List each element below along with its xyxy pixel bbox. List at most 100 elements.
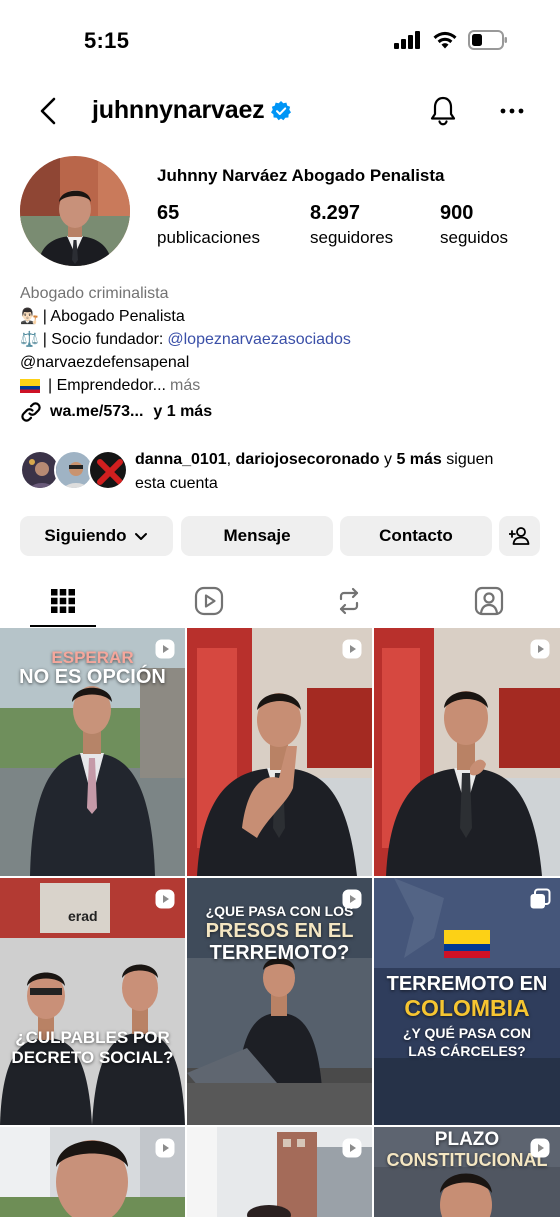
- post-thumbnail[interactable]: [187, 628, 372, 876]
- post-image: [374, 628, 560, 876]
- followed-suffix: siguen: [446, 451, 494, 468]
- post-caption: ¿CULPABLES POR: [15, 1028, 170, 1047]
- reels-icon: [194, 586, 224, 616]
- colombia-flag-icon: [20, 378, 40, 393]
- post-thumbnail[interactable]: [187, 1127, 372, 1217]
- bell-icon: [430, 96, 456, 126]
- reel-icon: [155, 889, 175, 909]
- add-person-icon: [508, 527, 529, 545]
- post-image: [187, 628, 372, 876]
- stat-label: seguidos: [440, 228, 509, 247]
- battery-icon: [468, 30, 507, 50]
- username: juhnnynarvaez: [92, 96, 265, 124]
- posts-count-stat[interactable]: 65 publicaciones: [157, 202, 260, 248]
- stat-value: 65: [157, 202, 180, 224]
- bio-text: | Abogado Penalista: [42, 308, 185, 325]
- reel-icon: [342, 639, 362, 659]
- profile-bio: Abogado criminalista 👨🏻‍⚖️ | Abogado Pen…: [20, 282, 540, 397]
- profile-header: juhnnynarvaez: [0, 82, 560, 140]
- active-tab-indicator: [30, 625, 96, 627]
- post-sign-text: erad: [68, 908, 98, 924]
- follower-username: danna_0101: [135, 451, 227, 468]
- carousel-icon: [530, 888, 551, 909]
- post-thumbnail[interactable]: TERREMOTO EN COLOMBIA ¿Y QUÉ PASA CON LA…: [374, 878, 560, 1125]
- stat-value: 900: [440, 202, 474, 224]
- more-horizontal-icon: [500, 108, 524, 114]
- bio-line-1: 👨🏻‍⚖️ | Abogado Penalista: [20, 305, 540, 328]
- lawyer-emoji-icon: 👨🏻‍⚖️: [20, 307, 39, 325]
- followed-suffix: esta cuenta: [135, 475, 218, 492]
- post-caption: ¿Y QUÉ PASA CON: [402, 1025, 532, 1041]
- follower-avatars: [20, 449, 128, 491]
- bio-mention-link[interactable]: @lopeznarvaezasociados: [167, 328, 350, 351]
- chevron-left-icon: [40, 97, 56, 125]
- posts-grid: ESPERAR NO ES OPCIÓN erad ¿CULPABLES POR…: [0, 628, 560, 1217]
- reel-icon: [155, 1138, 175, 1158]
- follower-avatar: [88, 450, 128, 490]
- link-text: wa.me/573...: [50, 403, 144, 420]
- following-button[interactable]: Siguiendo: [20, 516, 173, 556]
- stat-label: seguidores: [310, 228, 394, 247]
- post-caption: TERREMOTO?: [209, 942, 350, 964]
- more-followers-count: 5 más: [396, 451, 442, 468]
- tab-posts-grid[interactable]: [3, 574, 123, 628]
- bio-text: | Socio fundador:: [42, 331, 164, 348]
- message-button-label: Mensaje: [223, 526, 291, 545]
- link-icon: [21, 402, 41, 422]
- bio-line-4: | Emprendedor... más: [20, 374, 540, 397]
- tab-reposts[interactable]: [289, 574, 409, 628]
- profile-avatar[interactable]: [20, 156, 130, 266]
- contact-button-label: Contacto: [379, 526, 453, 545]
- profile-category: Abogado criminalista: [20, 285, 169, 302]
- post-thumbnail[interactable]: [0, 1127, 185, 1217]
- display-name: Juhnny Narváez Abogado Penalista: [157, 166, 445, 185]
- stat-value: 8.297: [310, 202, 361, 224]
- tab-tagged[interactable]: [429, 574, 549, 628]
- profile-tabs: [0, 574, 560, 628]
- post-thumbnail[interactable]: erad ¿CULPABLES POR DECRETO SOCIAL?: [0, 878, 185, 1125]
- reel-icon: [155, 639, 175, 659]
- profile-links[interactable]: wa.me/573... y 1 más: [20, 401, 212, 423]
- post-caption: LAS CÁRCELES?: [408, 1043, 526, 1059]
- grid-icon: [51, 589, 75, 613]
- wifi-icon: [433, 31, 457, 48]
- reel-icon: [342, 1138, 362, 1158]
- tagged-person-icon: [474, 586, 504, 616]
- post-thumbnail[interactable]: ¿QUE PASA CON LOS PRESOS EN EL TERREMOTO…: [187, 878, 372, 1125]
- post-caption: NO ES OPCIÓN: [19, 666, 166, 688]
- post-thumbnail[interactable]: PLAZO CONSTITUCIONAL: [374, 1127, 560, 1217]
- post-caption: PRESOS EN EL: [205, 920, 354, 942]
- avatar-photo: [20, 156, 130, 266]
- contact-button[interactable]: Contacto: [340, 516, 492, 556]
- followed-by-text: danna_0101, dariojosecoronado y 5 más si…: [135, 448, 545, 496]
- chevron-down-icon: [134, 533, 147, 540]
- suggested-users-button[interactable]: [499, 516, 540, 556]
- username-title: juhnnynarvaez: [92, 96, 292, 125]
- post-caption: TERREMOTO EN: [386, 973, 548, 995]
- bio-more-link[interactable]: más: [170, 374, 200, 397]
- bio-text: | Emprendedor...: [48, 377, 166, 394]
- notifications-button[interactable]: [428, 94, 458, 128]
- more-options-button[interactable]: [498, 96, 526, 126]
- signal-icon: [394, 31, 420, 49]
- followed-by[interactable]: danna_0101, dariojosecoronado y 5 más si…: [20, 449, 550, 495]
- status-bar: 5:15: [0, 0, 560, 80]
- reel-icon: [342, 889, 362, 909]
- back-button[interactable]: [34, 94, 64, 128]
- bio-line-3: @narvaezdefensapenal: [20, 351, 540, 374]
- repost-icon: [339, 587, 359, 615]
- reel-icon: [530, 639, 550, 659]
- post-thumbnail[interactable]: [374, 628, 560, 876]
- verified-badge-icon: [271, 100, 292, 120]
- following-button-label: Siguiendo: [44, 526, 127, 545]
- reel-icon: [530, 1138, 550, 1158]
- followers-count-stat[interactable]: 8.297 seguidores: [310, 202, 393, 248]
- post-thumbnail[interactable]: ESPERAR NO ES OPCIÓN: [0, 628, 185, 876]
- status-time: 5:15: [84, 28, 130, 53]
- message-button[interactable]: Mensaje: [181, 516, 333, 556]
- bio-line-2: ⚖️ | Socio fundador: @lopeznarvaezasocia…: [20, 328, 540, 351]
- following-count-stat[interactable]: 900 seguidos: [440, 202, 508, 248]
- scales-emoji-icon: ⚖️: [20, 330, 39, 348]
- post-caption: DECRETO SOCIAL?: [11, 1048, 174, 1067]
- tab-reels[interactable]: [149, 574, 269, 628]
